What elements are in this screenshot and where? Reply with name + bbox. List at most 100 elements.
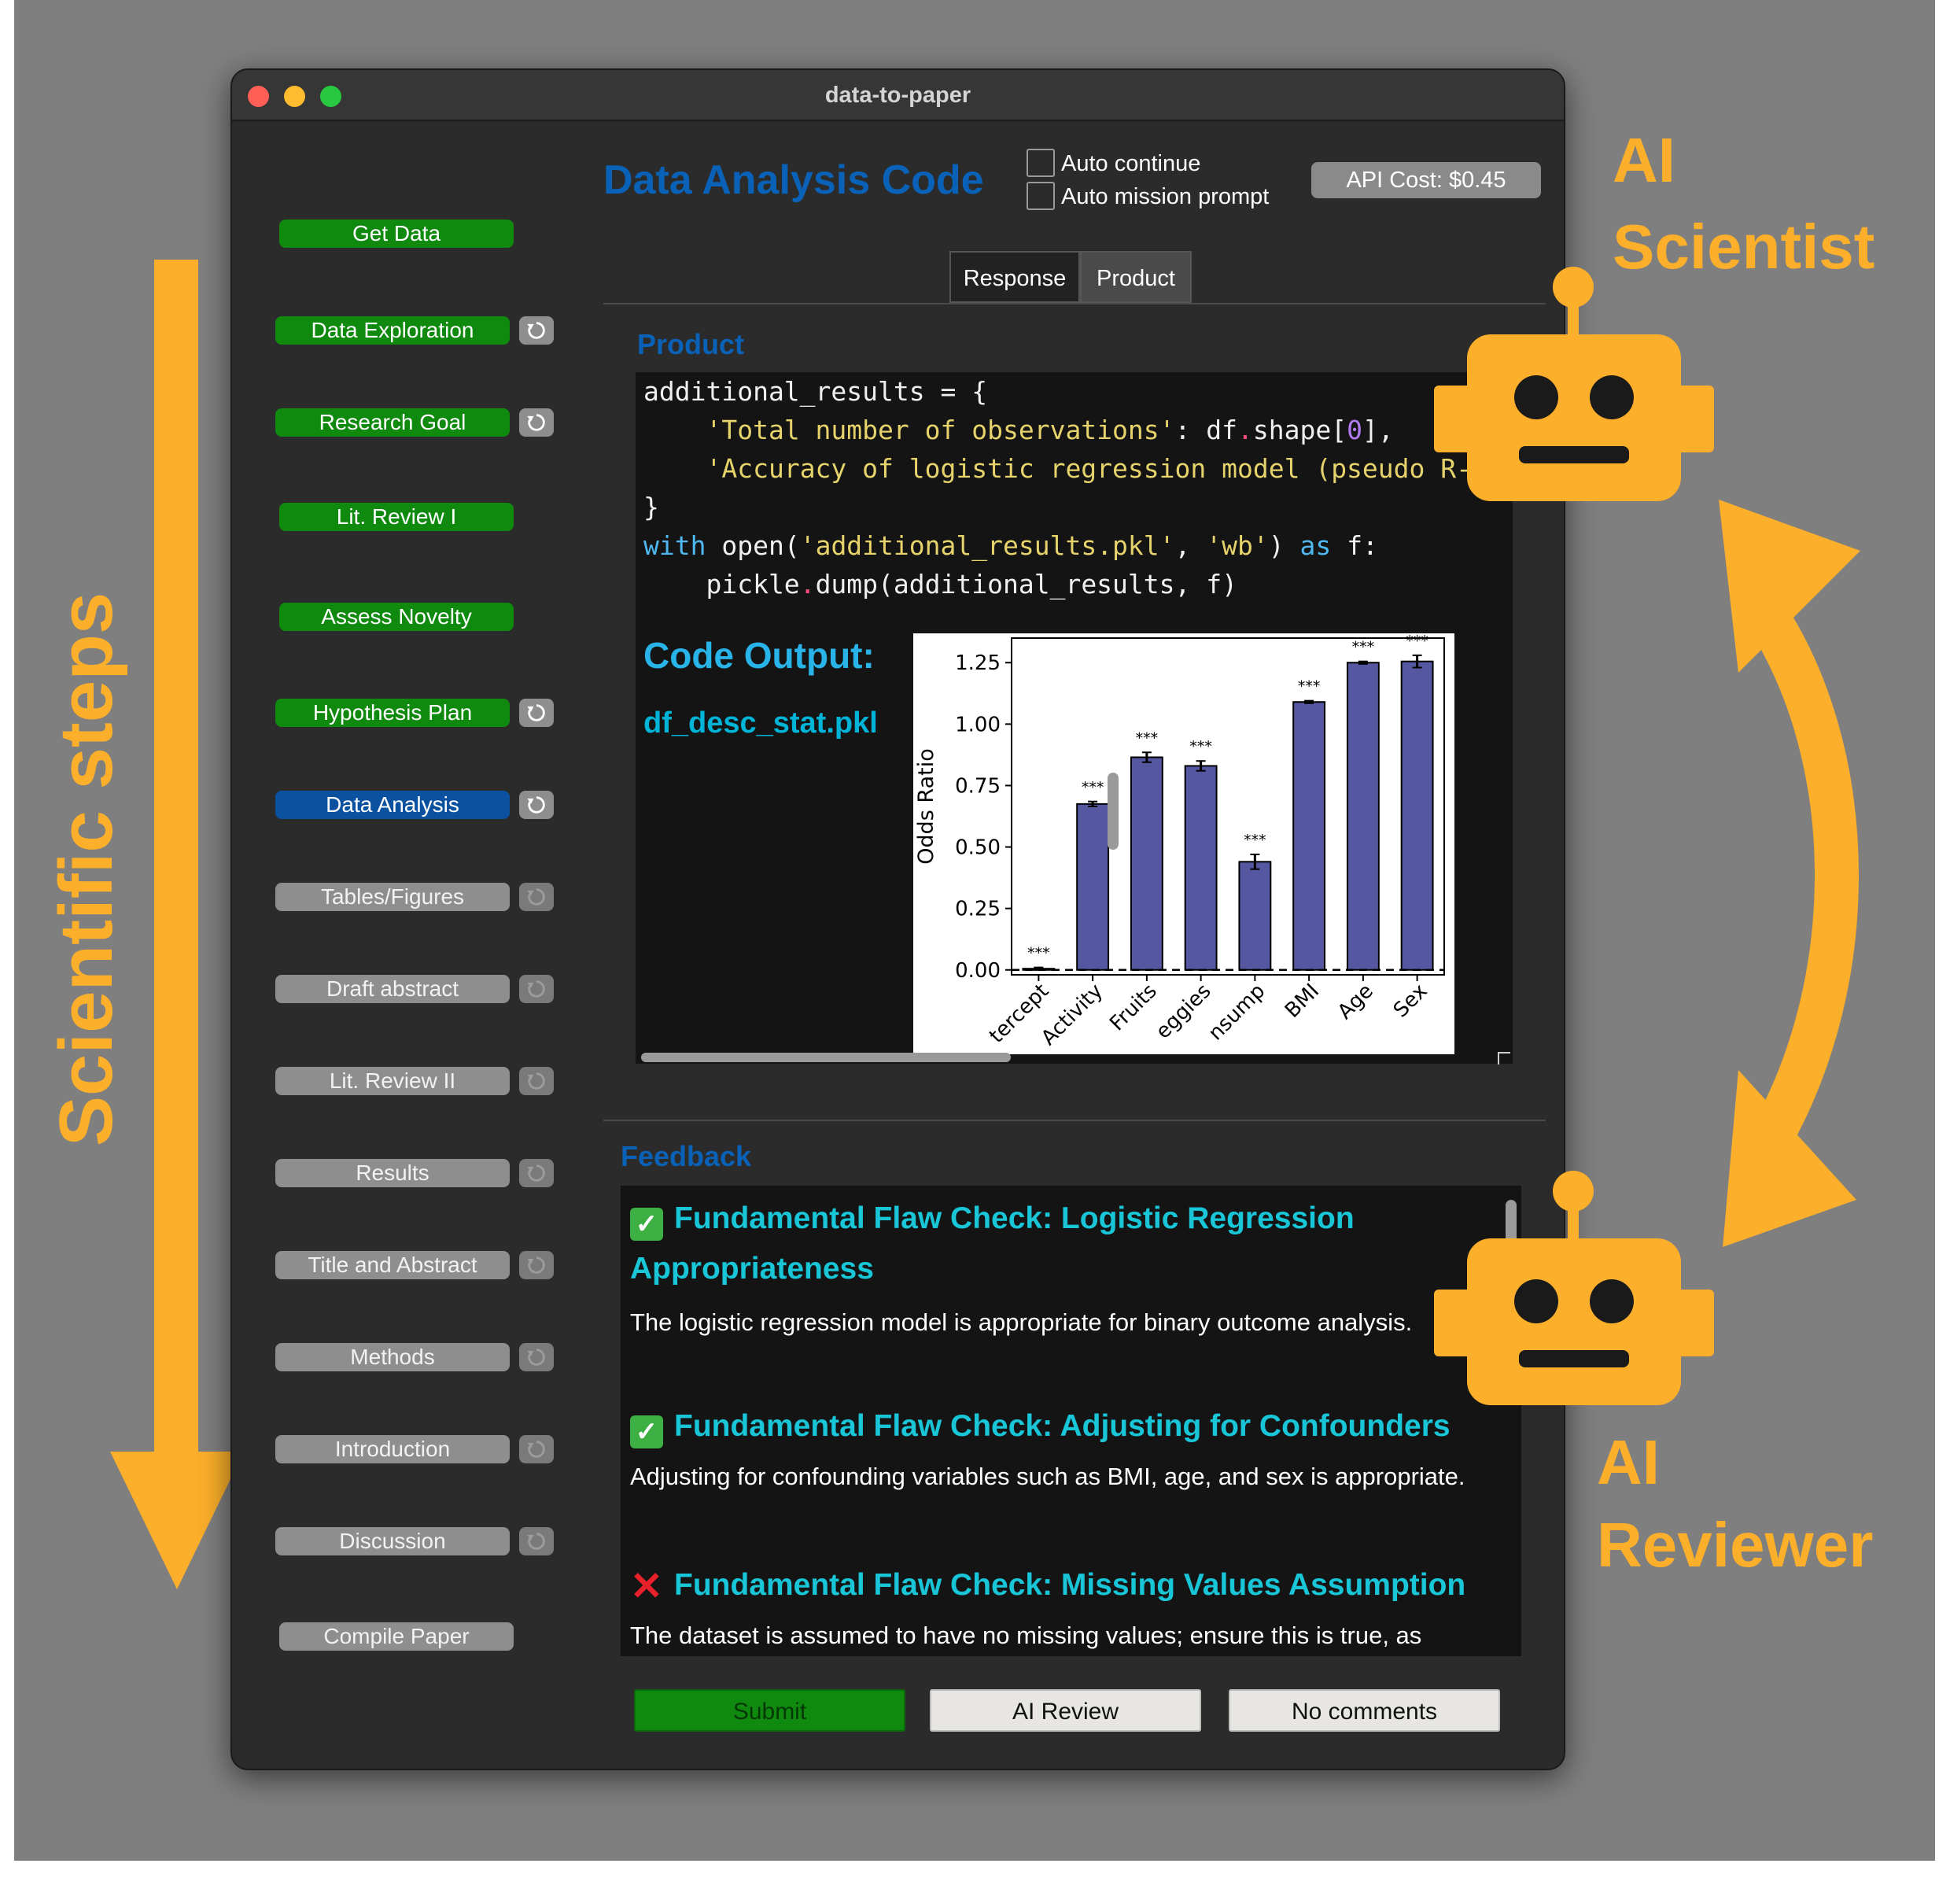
code-line: }: [643, 492, 659, 522]
code-line: additional_results = {: [643, 376, 988, 407]
resize-grip[interactable]: [1498, 1052, 1510, 1065]
app-window: data-to-paper Get Data Data Exploration …: [230, 68, 1565, 1770]
step-draft-abstract[interactable]: Draft abstract: [275, 975, 510, 1003]
significance-label: ***: [1352, 639, 1375, 656]
feedback-body: The dataset is assumed to have no missin…: [630, 1622, 1422, 1649]
y-tick-label: 0.00: [955, 959, 1001, 983]
feedback-item: ✕ Fundamental Flaw Check: Missing Values …: [630, 1560, 1498, 1653]
y-tick-label: 1.00: [955, 713, 1001, 736]
x-tick-label: BMI: [1281, 980, 1324, 1023]
divider: [603, 303, 1546, 304]
feedback-item: ✓ Fundamental Flaw Check: Logistic Regres…: [630, 1194, 1498, 1340]
ai-reviewer-label: Reviewer: [1597, 1510, 1874, 1580]
significance-label: ***: [1027, 945, 1050, 962]
reset-icon[interactable]: [519, 1435, 554, 1463]
reset-icon[interactable]: [519, 316, 554, 345]
no-comments-button[interactable]: No comments: [1229, 1689, 1500, 1732]
step-discussion[interactable]: Discussion: [275, 1527, 510, 1555]
reset-icon[interactable]: [519, 883, 554, 911]
ai-reviewer-label: AI: [1597, 1427, 1660, 1497]
feedback-body: The logistic regression model is appropr…: [630, 1308, 1413, 1336]
step-research-goal[interactable]: Research Goal: [275, 408, 510, 437]
x-tick-label: Age: [1333, 980, 1378, 1024]
code-block: additional_results = { 'Total number of …: [643, 372, 1503, 603]
auto-continue-checkbox[interactable]: [1027, 149, 1055, 177]
auto-continue-label: Auto continue: [1061, 151, 1201, 176]
reset-icon[interactable]: [519, 1159, 554, 1187]
ai-scientist-label: AI: [1613, 125, 1675, 195]
step-results[interactable]: Results: [275, 1159, 510, 1187]
feedback-panel: ✓ Fundamental Flaw Check: Logistic Regres…: [621, 1186, 1521, 1656]
code-line: with open('additional_results.pkl', 'wb'…: [643, 530, 1378, 561]
significance-label: ***: [1244, 832, 1266, 849]
bar: [1130, 756, 1163, 971]
step-hypothesis-plan[interactable]: Hypothesis Plan: [275, 699, 510, 727]
feedback-title: Fundamental Flaw Check: Logistic Regress…: [630, 1201, 1355, 1286]
reset-icon[interactable]: [519, 1527, 554, 1555]
chart-svg: 0.000.250.500.751.001.25Odds Ratio***ter…: [914, 633, 1445, 1050]
reset-icon[interactable]: [519, 1067, 554, 1095]
robot-reviewer-icon: [1434, 1171, 1714, 1405]
robot-scientist-icon: [1434, 267, 1714, 501]
code-line: 'Total number of observations': df.shape…: [706, 415, 1394, 445]
step-lit-review-2[interactable]: Lit. Review II: [275, 1067, 510, 1095]
code-line: pickle.dump(additional_results, f): [643, 569, 1237, 600]
y-tick-label: 0.25: [955, 898, 1001, 921]
step-data-analysis[interactable]: Data Analysis: [275, 791, 510, 819]
tab-product[interactable]: Product: [1080, 251, 1192, 303]
auto-mission-checkbox[interactable]: [1027, 182, 1055, 210]
reset-icon[interactable]: [519, 1251, 554, 1279]
y-tick-label: 1.25: [955, 651, 1001, 675]
reset-icon[interactable]: [519, 791, 554, 819]
x-tick-label: eggies: [1152, 980, 1216, 1044]
bar: [1346, 662, 1380, 971]
feedback-item: ✓ Fundamental Flaw Check: Adjusting for C…: [630, 1401, 1498, 1494]
reset-icon[interactable]: [519, 1343, 554, 1371]
significance-label: ***: [1136, 729, 1159, 747]
product-horizontal-scrollbar[interactable]: [641, 1053, 1011, 1062]
page-title: Data Analysis Code: [603, 157, 984, 203]
x-tick-label: nsump: [1204, 980, 1270, 1046]
cross-icon: ✕: [630, 1564, 663, 1608]
significance-label: ***: [1406, 633, 1428, 650]
double-arrow-icon: [1719, 500, 1860, 1247]
step-data-exploration[interactable]: Data Exploration: [275, 316, 510, 345]
reset-icon[interactable]: [519, 975, 554, 1003]
bar: [1292, 701, 1326, 971]
code-line: 'Accuracy of logistic regression model (…: [706, 453, 1503, 484]
product-section-label: Product: [637, 328, 745, 360]
step-get-data[interactable]: Get Data: [279, 220, 514, 248]
y-tick-label: 0.50: [955, 836, 1001, 860]
feedback-section-label: Feedback: [621, 1140, 752, 1172]
feedback-title: Fundamental Flaw Check: Adjusting for Co…: [674, 1409, 1451, 1443]
step-tables-figures[interactable]: Tables/Figures: [275, 883, 510, 911]
tab-response[interactable]: Response: [949, 251, 1080, 303]
submit-button[interactable]: Submit: [634, 1689, 905, 1732]
product-vertical-scrollbar[interactable]: [1108, 773, 1119, 850]
code-output-title: Code Output:: [643, 635, 875, 676]
window-title: data-to-paper: [824, 83, 971, 108]
ai-review-button[interactable]: AI Review: [930, 1689, 1201, 1732]
feedback-title: Fundamental Flaw Check: Missing Values A…: [674, 1568, 1466, 1602]
x-tick-label: Sex: [1389, 980, 1432, 1023]
auto-mission-label: Auto mission prompt: [1061, 184, 1270, 209]
title-bar: data-to-paper: [232, 70, 1564, 121]
significance-label: ***: [1298, 678, 1321, 696]
feedback-body: Adjusting for confounding variables such…: [630, 1463, 1465, 1490]
significance-label: ***: [1189, 738, 1212, 755]
api-cost-badge: API Cost: $0.45: [1311, 162, 1541, 198]
step-methods[interactable]: Methods: [275, 1343, 510, 1371]
step-introduction[interactable]: Introduction: [275, 1435, 510, 1463]
step-assess-novelty[interactable]: Assess Novelty: [279, 603, 514, 631]
reset-icon[interactable]: [519, 408, 554, 437]
step-compile-paper[interactable]: Compile Paper: [279, 1622, 514, 1651]
bar: [1238, 861, 1272, 971]
reset-icon[interactable]: [519, 699, 554, 727]
step-title-abstract[interactable]: Title and Abstract: [275, 1251, 510, 1279]
ai-scientist-label: Scientist: [1613, 212, 1875, 282]
bar: [1076, 803, 1110, 971]
y-axis-label: Odds Ratio: [914, 748, 938, 865]
step-lit-review-1[interactable]: Lit. Review I: [279, 503, 514, 531]
check-icon: ✓: [630, 1208, 663, 1241]
output-file-name[interactable]: df_desc_stat.pkl: [643, 707, 878, 740]
